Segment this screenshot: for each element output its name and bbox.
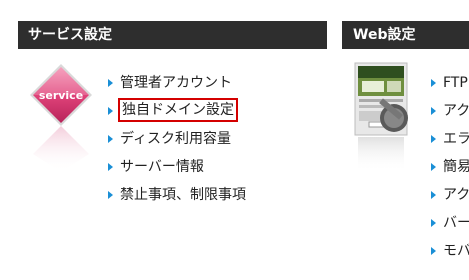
menu-item-label[interactable]: 管理者アカウント	[120, 72, 232, 94]
menu-item-access-1[interactable]: アク	[430, 100, 469, 128]
menu-item-mobile[interactable]: モバ	[430, 240, 469, 268]
web-settings-menu: FTP アク エラ 簡易 アク バー モバ	[430, 72, 469, 268]
arrow-right-icon	[107, 100, 117, 122]
menu-item-label[interactable]: モバ	[443, 240, 469, 262]
menu-item-access-2[interactable]: アク	[430, 184, 469, 212]
menu-item-label[interactable]: アク	[443, 100, 469, 122]
menu-item-ftp[interactable]: FTP	[430, 72, 469, 100]
menu-item-custom-domain[interactable]: 独自ドメイン設定	[107, 98, 246, 128]
highlight-box: 独自ドメイン設定	[118, 98, 238, 122]
service-settings-header: サービス設定	[18, 21, 327, 49]
service-icon: service	[28, 62, 94, 174]
arrow-right-icon	[430, 128, 440, 150]
menu-item-label[interactable]: FTP	[443, 72, 468, 94]
arrow-right-icon	[107, 128, 117, 150]
arrow-right-icon	[107, 72, 117, 94]
service-icon-text: service	[39, 89, 83, 102]
menu-item-simple[interactable]: 簡易	[430, 156, 469, 184]
menu-item-label[interactable]: 簡易	[443, 156, 469, 178]
arrow-right-icon	[430, 100, 440, 122]
menu-item-prohibitions[interactable]: 禁止事項、制限事項	[107, 184, 246, 212]
arrow-right-icon	[430, 156, 440, 178]
arrow-right-icon	[430, 72, 440, 94]
service-settings-menu: 管理者アカウント 独自ドメイン設定 ディスク利用容量 サーバー情報 禁止事項、制…	[107, 72, 246, 212]
menu-item-admin-account[interactable]: 管理者アカウント	[107, 72, 246, 100]
menu-item-label[interactable]: エラ	[443, 128, 469, 150]
arrow-right-icon	[430, 240, 440, 262]
menu-item-error[interactable]: エラ	[430, 128, 469, 156]
menu-item-bar[interactable]: バー	[430, 212, 469, 240]
web-settings-panel: Web設定	[342, 21, 469, 49]
menu-item-label[interactable]: 独自ドメイン設定	[122, 102, 234, 118]
menu-item-label[interactable]: 禁止事項、制限事項	[120, 184, 246, 206]
arrow-right-icon	[430, 184, 440, 206]
menu-item-label[interactable]: アク	[443, 184, 469, 206]
menu-item-label[interactable]: バー	[443, 212, 469, 234]
menu-item-server-info[interactable]: サーバー情報	[107, 156, 246, 184]
arrow-right-icon	[107, 156, 117, 178]
web-settings-icon	[354, 62, 420, 174]
web-settings-header: Web設定	[342, 21, 469, 49]
menu-item-label[interactable]: サーバー情報	[120, 156, 204, 178]
service-settings-panel: サービス設定	[18, 21, 327, 49]
menu-item-label[interactable]: ディスク利用容量	[120, 128, 231, 150]
arrow-right-icon	[430, 212, 440, 234]
menu-item-disk-usage[interactable]: ディスク利用容量	[107, 128, 246, 156]
arrow-right-icon	[107, 184, 117, 206]
